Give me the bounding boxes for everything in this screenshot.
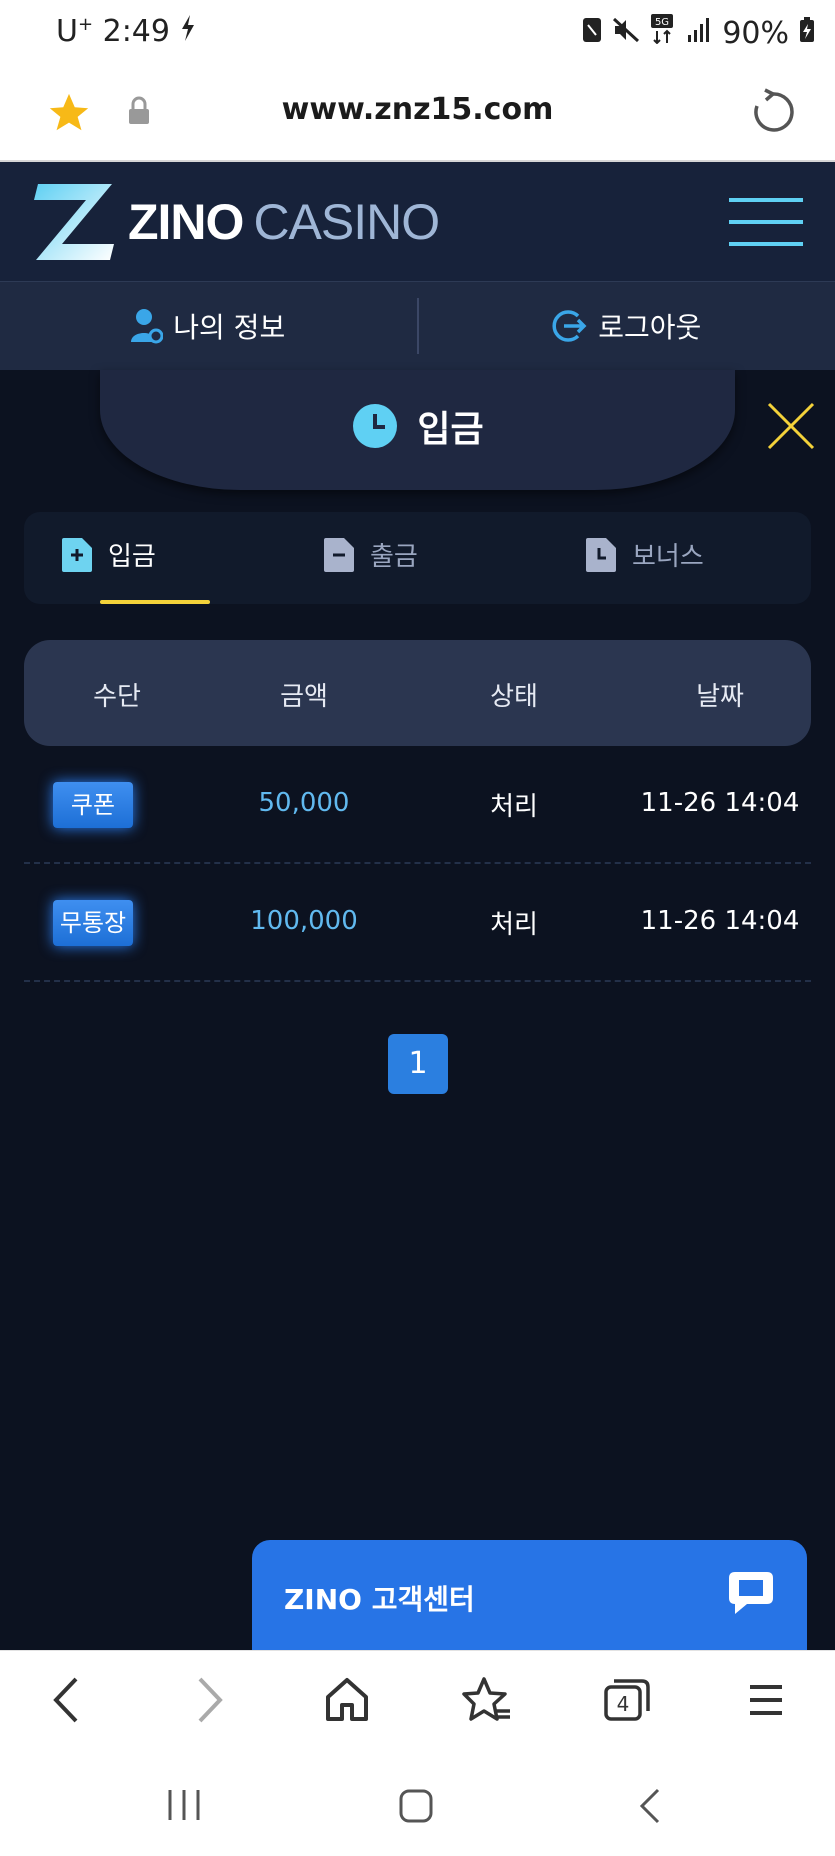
chat-bubble-icon [727, 1568, 775, 1620]
my-info-button[interactable]: 나의 정보 [0, 306, 417, 346]
status-icons: 5G 90% [582, 14, 815, 52]
browser-url-bar: www.znz15.com [0, 68, 835, 162]
network-label: 5G [655, 17, 669, 28]
tab-withdraw[interactable]: 출금 [324, 536, 418, 573]
back-icon[interactable] [50, 1675, 84, 1729]
status-bar: U+ 2:49 5G 90% [0, 0, 835, 68]
status-time: U+ 2:49 [56, 14, 196, 49]
carrier-sup: + [77, 14, 94, 35]
menu-icon[interactable] [746, 1675, 786, 1729]
bookmarks-icon[interactable] [462, 1675, 512, 1729]
reload-icon[interactable] [751, 88, 795, 140]
amount-cell: 50,000 [258, 788, 350, 818]
customer-center-label: ZINO 고객센터 [284, 1583, 475, 1616]
forward-icon[interactable] [192, 1675, 226, 1729]
table-row: 무통장 100,000 처리 11-26 14:04 [24, 866, 811, 982]
status-cell: 처리 [490, 910, 538, 940]
logout-icon [552, 310, 587, 342]
table-row: 쿠폰 50,000 처리 11-26 14:04 [24, 748, 811, 864]
tab-bonus-label: 보너스 [632, 542, 704, 572]
document-minus-icon [324, 537, 354, 572]
logout-button[interactable]: 로그아웃 [419, 306, 835, 346]
site-header: ZINO CASINO [0, 162, 835, 282]
recent-apps-icon[interactable] [164, 1788, 204, 1826]
z-logo-icon [34, 184, 114, 260]
customer-center-button[interactable]: ZINO 고객센터 [252, 1540, 807, 1650]
logo-secondary-text: CASINO [253, 194, 440, 250]
network-5g-icon: 5G [650, 14, 676, 52]
tab-withdraw-label: 출금 [370, 542, 418, 572]
mute-icon [612, 16, 640, 51]
document-clock-icon [586, 537, 616, 572]
modal-tabs: 입금 출금 보너스 [24, 512, 811, 604]
table-header: 수단 금액 상태 날짜 [24, 640, 811, 746]
header-date: 날짜 [696, 682, 744, 712]
date-cell: 11-26 14:04 [640, 906, 800, 936]
signal-icon [686, 16, 712, 51]
method-badge: 쿠폰 [53, 782, 133, 828]
browser-toolbar: 4 [0, 1650, 835, 1750]
carrier-label: U [56, 14, 78, 49]
header-amount: 금액 [280, 682, 328, 712]
menu-hamburger-icon[interactable] [729, 198, 803, 246]
deposit-modal: 입금 입금 출금 보너스 수단 금액 상태 날짜 쿠폰 50,000 처리 11… [0, 370, 835, 1650]
modal-title-text: 입금 [417, 409, 484, 450]
modal-header: 입금 [0, 370, 835, 490]
site-logo[interactable]: ZINO CASINO [32, 182, 440, 262]
account-bar: 나의 정보 로그아웃 [0, 282, 835, 370]
document-plus-icon [62, 537, 92, 572]
amount-cell: 100,000 [250, 906, 358, 936]
tab-deposit[interactable]: 입금 [62, 536, 156, 573]
battery-percent: 90% [722, 15, 789, 51]
logout-label: 로그아웃 [598, 311, 702, 344]
system-back-icon[interactable] [636, 1788, 666, 1828]
logo-primary-text: ZINO [128, 194, 244, 250]
tab-count: 4 [617, 1692, 630, 1716]
url-text[interactable]: www.znz15.com [0, 92, 835, 127]
battery-icon [799, 16, 815, 51]
clock-icon [353, 404, 398, 448]
system-navigation-bar [0, 1750, 835, 1856]
method-badge: 무통장 [53, 900, 133, 946]
home-button-icon[interactable] [398, 1788, 434, 1828]
tab-deposit-label: 입금 [108, 542, 156, 572]
pagination-page-1[interactable]: 1 [388, 1034, 448, 1094]
active-tab-underline [100, 600, 210, 604]
my-info-label: 나의 정보 [173, 311, 286, 344]
date-cell: 11-26 14:04 [640, 788, 800, 818]
status-cell: 처리 [490, 792, 538, 822]
header-status: 상태 [490, 682, 538, 712]
close-icon[interactable] [765, 400, 817, 456]
home-icon[interactable] [324, 1675, 370, 1729]
header-method: 수단 [93, 682, 141, 712]
tabs-icon[interactable]: 4 [602, 1675, 652, 1729]
clock: 2:49 [102, 14, 170, 49]
tab-bonus[interactable]: 보너스 [586, 536, 704, 573]
nfc-icon [582, 16, 602, 51]
user-settings-icon [131, 309, 164, 344]
charging-bolt-icon [180, 14, 196, 49]
modal-title: 입금 [0, 400, 835, 452]
